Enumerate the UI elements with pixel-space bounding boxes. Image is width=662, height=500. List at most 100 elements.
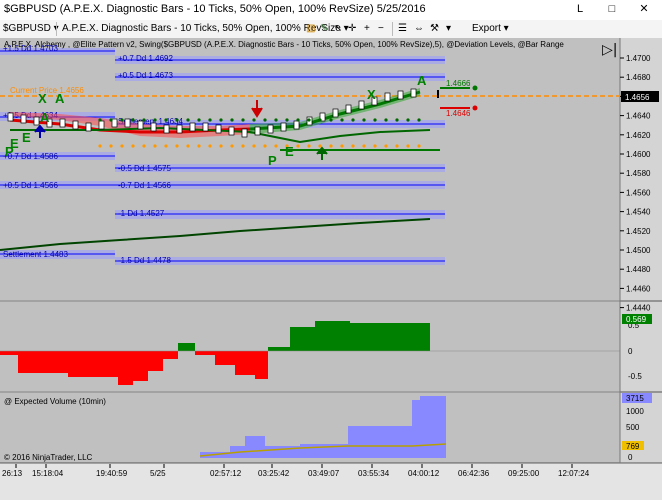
osc-bar bbox=[118, 351, 133, 385]
zoom-out-icon[interactable]: − bbox=[378, 22, 384, 36]
properties-icon[interactable]: ☰ bbox=[398, 22, 407, 36]
osc-bar bbox=[163, 351, 178, 359]
osc-bar bbox=[268, 347, 290, 351]
toolbar-separator bbox=[56, 22, 57, 36]
settings-dropdown-icon[interactable]: ▾ bbox=[446, 22, 451, 36]
volume-tick: 0 bbox=[628, 453, 633, 462]
osc-bar bbox=[315, 321, 350, 351]
pattern-letter: X bbox=[367, 87, 376, 102]
price-bar bbox=[72, 120, 79, 130]
signal-dot bbox=[274, 144, 278, 148]
time-tick-label: 03:55:34 bbox=[358, 469, 390, 478]
signal-dot bbox=[373, 144, 377, 148]
copyright: © 2016 NinjaTrader, LLC bbox=[4, 453, 93, 462]
signal-dot bbox=[98, 118, 102, 122]
signal-dot bbox=[362, 144, 366, 148]
price-bar bbox=[163, 124, 170, 134]
indicator-header: A.P.E.X. Alchemy , @Elite Pattern v2, Sw… bbox=[4, 40, 564, 49]
time-tick-label: 04:00:12 bbox=[408, 469, 440, 478]
signal-dot bbox=[318, 118, 322, 122]
upper-target-dot bbox=[472, 85, 478, 91]
window-titlebar: $GBPUSD (A.P.E.X. Diagnostic Bars - 10 T… bbox=[0, 0, 662, 21]
osc-bar bbox=[98, 351, 118, 377]
signal-dot bbox=[164, 144, 168, 148]
bar-width-icon[interactable]: ⇔ bbox=[414, 22, 424, 36]
price-bar bbox=[332, 108, 339, 118]
instrument-name: $GBPUSD bbox=[3, 23, 51, 34]
price-bar bbox=[228, 126, 235, 136]
osc-bar bbox=[0, 351, 18, 355]
signal-dot bbox=[142, 118, 146, 122]
play-icon[interactable]: ▷| bbox=[602, 42, 617, 58]
window-title: $GBPUSD (A.P.E.X. Diagnostic Bars - 10 T… bbox=[4, 3, 426, 15]
signal-dot bbox=[318, 144, 322, 148]
cursor-icon[interactable]: ↖ bbox=[334, 22, 342, 36]
pattern-letter: P bbox=[268, 153, 277, 168]
price-bar bbox=[124, 118, 131, 128]
price-bar bbox=[189, 122, 196, 132]
chart-area[interactable]: A.P.E.X. Alchemy , @Elite Pattern v2, Sw… bbox=[0, 38, 662, 500]
osc-tick: 0 bbox=[628, 347, 633, 356]
signal-dot bbox=[395, 144, 399, 148]
lower-target-label: 1.4646 bbox=[446, 109, 471, 118]
pencil-icon[interactable]: ✎ bbox=[320, 22, 328, 36]
signal-dot bbox=[241, 118, 245, 122]
signal-dot bbox=[252, 118, 256, 122]
pattern-letter: A bbox=[417, 73, 427, 88]
signal-dot bbox=[307, 118, 311, 122]
signal-dot bbox=[175, 118, 179, 122]
signal-dot bbox=[230, 144, 234, 148]
price-bar bbox=[7, 112, 14, 122]
export-button[interactable]: Export ▾ bbox=[472, 22, 509, 36]
volume-value: 769 bbox=[626, 442, 640, 451]
osc-bar bbox=[350, 323, 430, 351]
osc-bar bbox=[133, 351, 148, 381]
signal-dot bbox=[142, 144, 146, 148]
price-bar bbox=[358, 100, 365, 110]
time-tick-label: 26:13 bbox=[2, 469, 23, 478]
signal-dot bbox=[307, 144, 311, 148]
level-label: -1.5 Dd 1.4478 bbox=[118, 256, 171, 265]
instrument-selector[interactable]: $GBPUSD ▾ bbox=[3, 22, 59, 36]
minimize-button[interactable]: L bbox=[566, 0, 594, 18]
osc-bar bbox=[255, 351, 268, 379]
volume-tick: 500 bbox=[626, 423, 640, 432]
current-price-label: Current Price 1.4656 bbox=[10, 86, 84, 95]
signal-dot bbox=[329, 118, 333, 122]
crosshair-icon[interactable]: ✛ bbox=[348, 22, 356, 36]
osc-value: 0.569 bbox=[626, 315, 647, 324]
zoom-in-icon[interactable]: + bbox=[364, 22, 370, 36]
signal-dot bbox=[296, 144, 300, 148]
signal-dot bbox=[208, 144, 212, 148]
signal-dot bbox=[186, 144, 190, 148]
chart-style-icon[interactable]: ▥ bbox=[306, 22, 315, 36]
osc-bar bbox=[215, 351, 235, 365]
volume-tick: 3715 bbox=[626, 394, 644, 403]
signal-dot bbox=[131, 144, 135, 148]
signal-dot bbox=[131, 118, 135, 122]
osc-bar bbox=[148, 351, 163, 371]
price-bar bbox=[254, 126, 261, 136]
price-tick-label: 1.4500 bbox=[626, 246, 651, 255]
price-bar bbox=[85, 122, 92, 132]
time-tick-label: 03:25:42 bbox=[258, 469, 290, 478]
price-tick-label: 1.4460 bbox=[626, 284, 651, 293]
toolbar-separator bbox=[392, 22, 393, 36]
pattern-letter: A bbox=[55, 91, 65, 106]
price-bar bbox=[176, 124, 183, 134]
pattern-letter: X bbox=[38, 91, 47, 106]
time-tick-label: 06:42:36 bbox=[458, 469, 490, 478]
signal-dot bbox=[252, 144, 256, 148]
maximize-button[interactable]: □ bbox=[598, 0, 626, 18]
level-label: -0.5 Dd 1.4575 bbox=[118, 164, 171, 173]
signal-dot bbox=[109, 118, 113, 122]
signal-dot bbox=[241, 144, 245, 148]
price-tick-label: 1.4480 bbox=[626, 265, 651, 274]
price-tick-label: 1.4680 bbox=[626, 73, 651, 82]
close-button[interactable]: ✕ bbox=[630, 0, 658, 18]
signal-dot bbox=[362, 118, 366, 122]
price-bar bbox=[215, 124, 222, 134]
price-bar bbox=[384, 92, 391, 102]
draw-tools-icon[interactable]: ⚒ bbox=[430, 22, 439, 36]
level-label: Settlement 1.4483 bbox=[3, 250, 68, 259]
